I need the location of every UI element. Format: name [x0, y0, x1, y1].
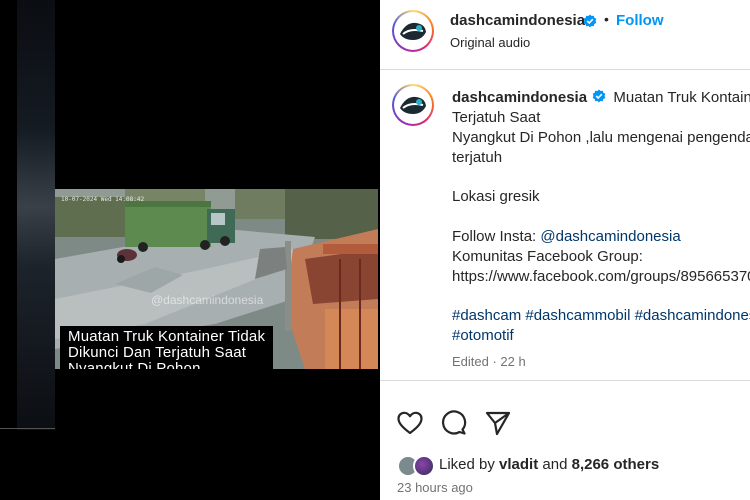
comment-icon[interactable]: [440, 409, 468, 437]
caption-line-1: Muatan Truk Kontainer Tidak: [68, 328, 266, 345]
caption-avatar[interactable]: [392, 84, 434, 126]
hashtag-link-otomotif[interactable]: #otomotif: [452, 326, 514, 346]
caption-title-cont: Terjatuh Saat: [452, 109, 541, 126]
video-timestamp: 10-07-2024 Wed 14:08:42: [61, 196, 145, 203]
instagram-post-view: 10-07-2024 Wed 14:08:42 @dashcamindonesi…: [0, 0, 750, 500]
post-header: dashcamindonesia • Follow Original audio: [380, 0, 750, 70]
post-actions: Liked by vladit and 8,266 others 23 hour…: [380, 380, 750, 500]
follow-button[interactable]: Follow: [616, 12, 664, 29]
avatar-image: [396, 14, 430, 48]
liked-by-user[interactable]: vladit: [499, 456, 538, 473]
mention-link[interactable]: @dashcamindonesia: [540, 228, 680, 245]
caption-location: Lokasi gresik: [452, 188, 540, 205]
post-time[interactable]: 23 hours ago: [397, 480, 473, 495]
caption-fb-url: https://www.facebook.com/groups/89566537…: [452, 268, 750, 285]
caption-fb-label: Komunitas Facebook Group:: [452, 248, 643, 265]
caption-username[interactable]: dashcamindonesia: [452, 89, 587, 106]
caption-line-2: Dikunci Dan Terjatuh Saat: [68, 344, 247, 361]
original-audio-link[interactable]: Original audio: [450, 35, 530, 50]
post-panel: dashcamindonesia • Follow Original audio: [380, 0, 750, 500]
caption-follow-insta: Follow Insta: @dashcamindonesia: [452, 227, 681, 247]
avatar: [413, 455, 435, 477]
post-caption: dashcamindonesia Muatan Truk Kontainer T…: [380, 70, 750, 380]
verified-badge-icon: [592, 89, 606, 103]
heart-icon[interactable]: [396, 409, 424, 437]
header-separator: •: [604, 11, 609, 27]
paper-plane-icon[interactable]: [484, 409, 512, 437]
video-watermark: @dashcamindonesia: [151, 293, 264, 307]
caption-first-line: dashcamindonesia Muatan Truk Kontainer T…: [452, 88, 750, 108]
likes-count[interactable]: 8,266 others: [572, 456, 660, 473]
caption-title: Muatan Truk Kontainer Tidak Dikunci Dan: [613, 89, 750, 106]
liked-by-mid: and: [538, 456, 572, 473]
background-video-strip: [17, 0, 55, 430]
media-pane: 10-07-2024 Wed 14:08:42 @dashcamindonesi…: [0, 0, 380, 500]
avatar[interactable]: [392, 10, 434, 52]
header-username[interactable]: dashcamindonesia: [450, 12, 585, 29]
hashtag-links[interactable]: #dashcam #dashcammobil #dashcamindonesia…: [452, 306, 750, 326]
video-caption: Muatan Truk Kontainer Tidak Dikunci Dan …: [60, 326, 274, 370]
avatar-image: [396, 88, 430, 122]
video-player[interactable]: 10-07-2024 Wed 14:08:42 @dashcamindonesi…: [55, 189, 378, 369]
caption-line-2: Nyangkut Di Pohon ,lalu mengenai pengend…: [452, 129, 750, 146]
liked-by-prefix: Liked by: [439, 456, 500, 473]
caption-line-3: Nyangkut Di Pohon: [68, 360, 201, 370]
edited-timestamp: Edited · 22 h: [452, 354, 526, 369]
verified-badge-icon: [583, 14, 597, 28]
caption-line-3: terjatuh: [452, 149, 503, 166]
liked-by-text: Liked by vladit and 8,266 others: [439, 456, 659, 473]
divider: [0, 428, 55, 429]
follow-insta-label: Follow Insta:: [452, 228, 541, 245]
